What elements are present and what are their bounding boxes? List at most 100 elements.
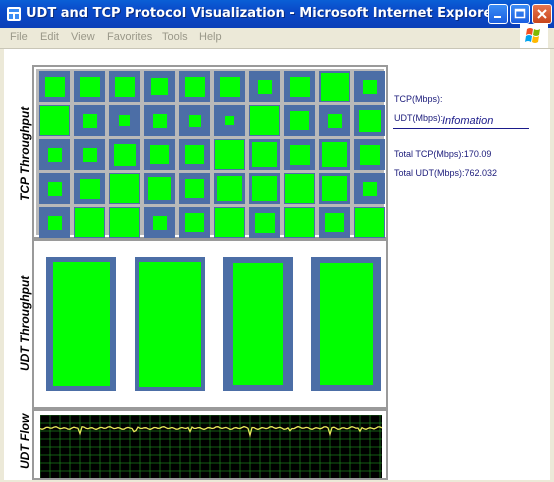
tcp-cell bbox=[249, 71, 280, 102]
tcp-cell bbox=[249, 139, 280, 170]
tcp-cell-fill bbox=[290, 111, 309, 130]
tcp-cell-fill bbox=[355, 208, 384, 237]
tcp-cell bbox=[284, 139, 315, 170]
tcp-cell bbox=[319, 173, 350, 204]
tcp-cell-fill bbox=[148, 177, 171, 200]
tcp-cell-fill bbox=[290, 145, 310, 165]
tcp-cell-fill bbox=[215, 208, 244, 237]
tcp-cell-fill bbox=[110, 208, 139, 237]
tcp-cell bbox=[319, 207, 350, 238]
tcp-cell bbox=[319, 71, 350, 102]
menu-file[interactable]: File bbox=[10, 31, 28, 43]
tcp-cell-fill bbox=[322, 142, 347, 167]
udt-bar bbox=[223, 257, 293, 391]
tcp-cell-fill bbox=[48, 182, 62, 196]
tcp-cell bbox=[284, 173, 315, 204]
tcp-cell bbox=[74, 139, 105, 170]
tcp-cell-fill bbox=[360, 145, 380, 165]
tcp-cell bbox=[284, 105, 315, 136]
tcp-cell bbox=[179, 139, 210, 170]
tcp-cell bbox=[249, 207, 280, 238]
close-button[interactable] bbox=[532, 4, 552, 24]
tcp-throughput-panel bbox=[32, 65, 388, 239]
tcp-cell bbox=[179, 173, 210, 204]
tcp-cell-fill bbox=[220, 77, 240, 97]
browser-window: UDT and TCP Protocol Visualization - Mic… bbox=[0, 0, 554, 480]
tcp-cell-fill bbox=[119, 115, 130, 126]
tcp-cell-fill bbox=[325, 213, 344, 232]
menu-favorites[interactable]: Favorites bbox=[107, 31, 152, 43]
tcp-cell bbox=[214, 139, 245, 170]
tcp-cell bbox=[144, 173, 175, 204]
tcp-cell bbox=[74, 105, 105, 136]
tcp-cell bbox=[109, 105, 140, 136]
tcp-cell-fill bbox=[75, 208, 104, 237]
tcp-cell-fill bbox=[185, 213, 204, 232]
tcp-cell-fill bbox=[153, 114, 167, 128]
tcp-cell bbox=[144, 71, 175, 102]
tcp-cell bbox=[249, 173, 280, 204]
info-tcp: TCP(Mbps): bbox=[394, 94, 443, 104]
tcp-cell-fill bbox=[217, 176, 242, 201]
maximize-icon bbox=[514, 8, 526, 19]
tcp-cell-fill bbox=[321, 73, 349, 101]
menu-bar: File Edit View Favorites Tools Help bbox=[0, 28, 554, 49]
tcp-cell bbox=[109, 71, 140, 102]
tcp-cell bbox=[354, 139, 385, 170]
tcp-cell-fill bbox=[48, 148, 62, 162]
tcp-cell bbox=[144, 139, 175, 170]
udt-flow-graph bbox=[39, 414, 383, 478]
tcp-cell bbox=[354, 173, 385, 204]
tcp-cell bbox=[354, 207, 385, 238]
tcp-cell-fill bbox=[185, 77, 205, 97]
menu-view[interactable]: View bbox=[71, 31, 95, 43]
window-title: UDT and TCP Protocol Visualization - Mic… bbox=[26, 6, 499, 21]
tcp-cell-fill bbox=[151, 78, 168, 95]
tcp-cell-fill bbox=[215, 140, 244, 169]
tcp-cell-fill bbox=[328, 114, 342, 128]
title-bar[interactable]: UDT and TCP Protocol Visualization - Mic… bbox=[0, 0, 554, 28]
udt-throughput-label: UDT Throughput bbox=[18, 275, 32, 371]
tcp-cell-fill bbox=[185, 145, 204, 164]
info-total-tcp: Total TCP(Mbps):170.09 bbox=[394, 149, 492, 159]
maximize-button[interactable] bbox=[510, 4, 530, 24]
tcp-cell-fill bbox=[185, 179, 204, 198]
menu-tools[interactable]: Tools bbox=[162, 31, 188, 43]
tcp-cell bbox=[74, 71, 105, 102]
tcp-cell-fill bbox=[83, 148, 97, 162]
tcp-cell bbox=[109, 173, 140, 204]
menu-edit[interactable]: Edit bbox=[40, 31, 59, 43]
tcp-cell bbox=[144, 207, 175, 238]
minimize-button[interactable] bbox=[488, 4, 508, 24]
udt-bar-fill bbox=[233, 263, 283, 385]
tcp-cell-fill bbox=[150, 145, 169, 164]
tcp-cell-fill bbox=[153, 216, 167, 230]
tcp-cell-fill bbox=[285, 208, 314, 237]
tcp-cell bbox=[249, 105, 280, 136]
udt-bar-fill bbox=[320, 263, 373, 385]
udt-bar-fill bbox=[139, 262, 201, 387]
tcp-cell bbox=[354, 105, 385, 136]
udt-bars bbox=[34, 241, 386, 407]
info-total-udt: Total UDT(Mbps):762.032 bbox=[394, 168, 498, 178]
tcp-cell bbox=[39, 139, 70, 170]
tcp-cell-fill bbox=[80, 77, 100, 97]
tcp-cell bbox=[214, 173, 245, 204]
tcp-cell-fill bbox=[285, 174, 314, 203]
tcp-cell bbox=[109, 207, 140, 238]
tcp-cell-fill bbox=[258, 80, 272, 94]
tcp-cell bbox=[39, 173, 70, 204]
tcp-cell-fill bbox=[80, 179, 100, 199]
tcp-cell bbox=[74, 207, 105, 238]
udt-flow-label: UDT Flow bbox=[18, 413, 32, 469]
info-udt: UDT(Mbps): bbox=[394, 113, 443, 123]
tcp-cell bbox=[39, 105, 70, 136]
tcp-cell-fill bbox=[250, 106, 279, 135]
tcp-cell bbox=[354, 71, 385, 102]
tcp-cell-fill bbox=[290, 77, 310, 97]
tcp-cell-fill bbox=[363, 182, 377, 196]
menu-help[interactable]: Help bbox=[199, 31, 222, 43]
windows-logo-icon bbox=[520, 24, 548, 48]
tcp-cell bbox=[179, 207, 210, 238]
tcp-cell-fill bbox=[115, 77, 135, 97]
